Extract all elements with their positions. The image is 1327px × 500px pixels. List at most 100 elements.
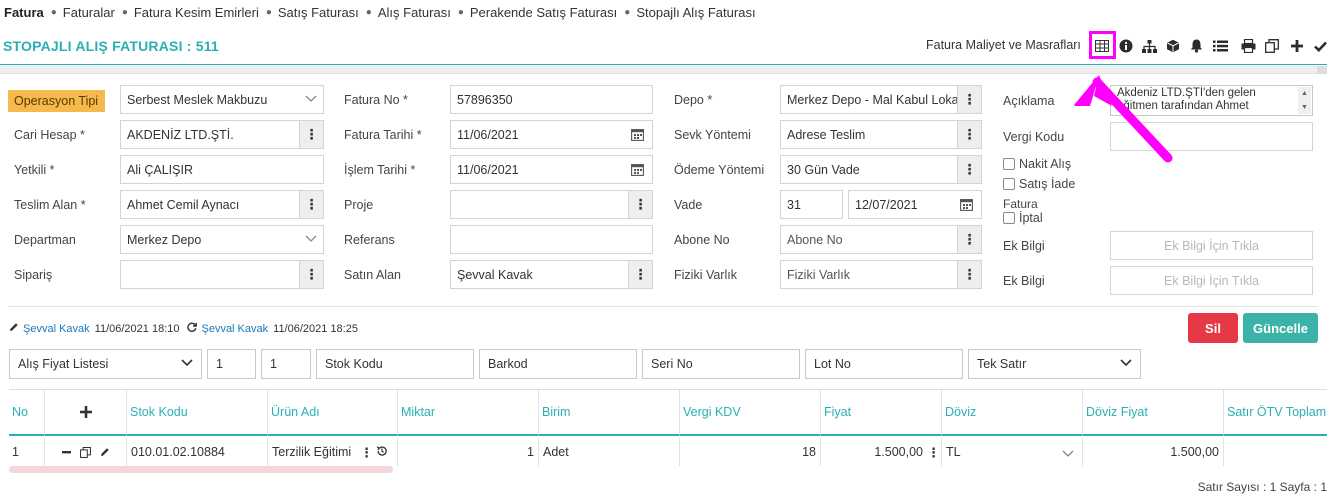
- list-icon[interactable]: [1210, 36, 1230, 56]
- column-header-birim[interactable]: Birim: [539, 390, 680, 436]
- depo-field[interactable]: Merkez Depo - Mal Kabul Lokasyonu: [780, 85, 958, 114]
- fatura-iptal-checkbox[interactable]: İptal: [1003, 211, 1043, 225]
- column-header-urun-adi[interactable]: Ürün Adı: [268, 390, 398, 436]
- updated-by-link[interactable]: Şevval Kavak: [201, 323, 268, 335]
- print-icon[interactable]: [1238, 36, 1258, 56]
- fatura-tarihi-field[interactable]: 11/06/2021: [450, 120, 653, 149]
- check-icon[interactable]: [1310, 36, 1327, 56]
- breadcrumb-item-faturalar[interactable]: Faturalar: [63, 5, 115, 20]
- vade-days-field[interactable]: 31: [780, 190, 843, 219]
- column-header-doviz[interactable]: Döviz: [942, 390, 1083, 436]
- cell-otv[interactable]: [1224, 438, 1327, 466]
- proje-more-button[interactable]: ⋮: [629, 190, 653, 219]
- calendar-icon[interactable]: [625, 120, 649, 149]
- satin-alan-field[interactable]: Şevval Kavak: [450, 260, 629, 289]
- minus-icon[interactable]: [61, 450, 71, 454]
- sevk-yontemi-more-button[interactable]: ⋮: [958, 120, 982, 149]
- departman-select[interactable]: Merkez Depo: [120, 225, 324, 254]
- seri-no-input[interactable]: Seri No: [642, 349, 800, 379]
- breadcrumb-item-fatura[interactable]: Fatura: [4, 5, 44, 20]
- operasyon-tipi-select[interactable]: Serbest Meslek Makbuzu: [120, 85, 324, 114]
- row-mode-select[interactable]: Tek Satır: [968, 349, 1141, 379]
- textarea-scrollbar[interactable]: ▲ ▼: [1298, 87, 1311, 114]
- satis-iade-checkbox[interactable]: Satış İade: [1003, 177, 1075, 191]
- proje-field[interactable]: [450, 190, 629, 219]
- cari-hesap-more-button[interactable]: ⋮: [300, 120, 324, 149]
- abone-no-more-button[interactable]: ⋮: [958, 225, 982, 254]
- cell-fiyat[interactable]: 1.500,00: [821, 438, 942, 466]
- calendar-icon[interactable]: [954, 190, 978, 219]
- referans-field[interactable]: [450, 225, 653, 254]
- plus-icon[interactable]: [1287, 36, 1307, 56]
- urun-adi-more-icon[interactable]: ⋮: [360, 445, 373, 461]
- stok-kodu-input[interactable]: Stok Kodu: [316, 349, 474, 379]
- abone-no-placeholder: Abone No: [787, 232, 843, 247]
- column-header-fiyat[interactable]: Fiyat: [821, 390, 942, 436]
- info-icon[interactable]: [1116, 36, 1136, 56]
- breadcrumb-item-perakende-satis-faturasi[interactable]: Perakende Satış Faturası: [470, 5, 617, 20]
- fiziki-varlik-field[interactable]: Fiziki Varlık: [780, 260, 958, 289]
- odeme-yontemi-more-button[interactable]: ⋮: [958, 155, 982, 184]
- barkod-input[interactable]: Barkod: [479, 349, 637, 379]
- siparis-field[interactable]: [120, 260, 300, 289]
- price-list-select[interactable]: Alış Fiyat Listesi: [9, 349, 202, 379]
- copy-icon[interactable]: [79, 446, 91, 458]
- teslim-alan-more-button[interactable]: ⋮: [300, 190, 324, 219]
- update-button[interactable]: Güncelle: [1243, 313, 1318, 343]
- satin-alan-more-button[interactable]: ⋮: [629, 260, 653, 289]
- pencil-icon[interactable]: [100, 447, 110, 457]
- depo-more-button[interactable]: ⋮: [958, 85, 982, 114]
- fiziki-varlik-more-button[interactable]: ⋮: [958, 260, 982, 289]
- bell-icon[interactable]: [1186, 36, 1206, 56]
- cell-vergi-kdv[interactable]: 18: [680, 438, 821, 466]
- cell-birim[interactable]: Adet: [539, 438, 680, 466]
- cell-doviz-fiyat[interactable]: 1.500,00: [1083, 438, 1224, 466]
- copy-icon[interactable]: [1262, 36, 1282, 56]
- fatura-no-field[interactable]: 57896350: [450, 85, 653, 114]
- cell-doviz[interactable]: TL: [942, 438, 1083, 466]
- add-row-button[interactable]: [45, 390, 127, 436]
- breadcrumb-item-satis-faturasi[interactable]: Satış Faturası: [278, 5, 359, 20]
- abone-no-field[interactable]: Abone No: [780, 225, 958, 254]
- column-header-miktar[interactable]: Miktar: [398, 390, 539, 436]
- checkbox-box[interactable]: [1003, 158, 1015, 170]
- sitemap-icon[interactable]: [1139, 36, 1159, 56]
- sevk-yontemi-field[interactable]: Adrese Teslim: [780, 120, 958, 149]
- history-icon[interactable]: [376, 445, 388, 460]
- checkbox-box[interactable]: [1003, 178, 1015, 190]
- qty-input-1[interactable]: 1: [207, 349, 256, 379]
- column-header-stok-kodu[interactable]: Stok Kodu: [127, 390, 268, 436]
- table-scrollbar[interactable]: [9, 466, 393, 473]
- breadcrumb-item-alis-faturasi[interactable]: Alış Faturası: [378, 5, 451, 20]
- ek-bilgi-button-2[interactable]: Ek Bilgi İçin Tıkla: [1110, 266, 1313, 295]
- ek-bilgi-button-1[interactable]: Ek Bilgi İçin Tıkla: [1110, 231, 1313, 260]
- nakit-alis-checkbox[interactable]: Nakit Alış: [1003, 157, 1071, 171]
- delete-button[interactable]: Sil: [1188, 313, 1238, 343]
- created-by-link[interactable]: Şevval Kavak: [23, 323, 90, 335]
- fiyat-more-icon[interactable]: ⋮: [927, 445, 940, 461]
- cell-no: 1: [9, 438, 45, 466]
- breadcrumb-separator: ●: [457, 6, 464, 18]
- islem-tarihi-field[interactable]: 11/06/2021: [450, 155, 653, 184]
- column-header-doviz-fiyat[interactable]: Döviz Fiyat: [1083, 390, 1224, 436]
- breadcrumb-item-fatura-kesim-emirleri[interactable]: Fatura Kesim Emirleri: [134, 5, 259, 20]
- odeme-yontemi-field[interactable]: 30 Gün Vade: [780, 155, 958, 184]
- calendar-icon[interactable]: [625, 155, 649, 184]
- column-header-no[interactable]: No: [9, 390, 45, 436]
- breadcrumb-separator: ●: [121, 6, 128, 18]
- checkbox-box[interactable]: [1003, 212, 1015, 224]
- cost-expenses-link[interactable]: Fatura Maliyet ve Masrafları: [926, 38, 1081, 52]
- updated-at: 11/06/2021 18:25: [273, 322, 358, 335]
- teslim-alan-field[interactable]: Ahmet Cemil Aynacı: [120, 190, 300, 219]
- lot-no-input[interactable]: Lot No: [805, 349, 963, 379]
- siparis-more-button[interactable]: ⋮: [300, 260, 324, 289]
- cell-miktar[interactable]: 1: [398, 438, 539, 466]
- column-header-satir-otv-toplam[interactable]: Satır ÖTV Toplam: [1224, 390, 1327, 436]
- yetkili-value: Ali ÇALIŞIR: [127, 162, 193, 177]
- breadcrumb-item-stopajli-alis-faturasi[interactable]: Stopajlı Alış Faturası: [636, 5, 755, 20]
- column-header-vergi-kdv[interactable]: Vergi KDV: [680, 390, 821, 436]
- cube-icon[interactable]: [1163, 36, 1183, 56]
- yetkili-field[interactable]: Ali ÇALIŞIR: [120, 155, 324, 184]
- qty-input-2[interactable]: 1: [261, 349, 311, 379]
- cari-hesap-field[interactable]: AKDENİZ LTD.ŞTİ.: [120, 120, 300, 149]
